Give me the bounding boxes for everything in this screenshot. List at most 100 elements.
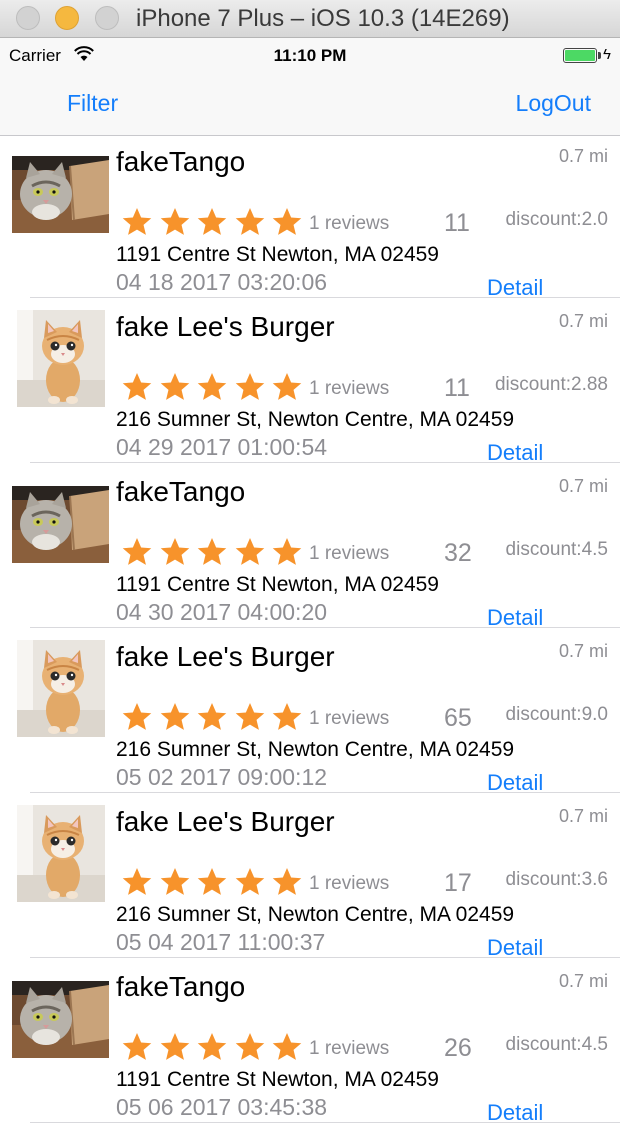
charging-icon: ϟ — [603, 46, 611, 63]
star-icon — [271, 536, 303, 568]
discount-label: discount:4.5 — [505, 1034, 608, 1055]
reviews-label: 1 reviews — [309, 213, 390, 234]
star-icon — [234, 371, 266, 403]
battery-icon — [563, 48, 597, 63]
star-icon — [271, 701, 303, 733]
count-label: 26 — [444, 1034, 472, 1062]
reviews-label: 1 reviews — [309, 1038, 390, 1059]
restaurant-name: fakeTango — [116, 146, 246, 177]
star-icon — [121, 371, 153, 403]
zoom-window-button[interactable] — [95, 6, 119, 30]
count-label: 17 — [444, 869, 472, 897]
star-icon — [271, 206, 303, 238]
list-item[interactable]: fake Lee's Burger 0.7 mi 1 reviews 17 di… — [0, 763, 620, 960]
restaurant-list[interactable]: fakeTango 0.7 mi 1 reviews 11 discount:2… — [0, 136, 620, 1142]
star-icon — [234, 701, 266, 733]
star-icon — [196, 866, 228, 898]
list-item[interactable]: fakeTango 0.7 mi 1 reviews 32 discount:4… — [0, 433, 620, 630]
star-icon — [159, 536, 191, 568]
discount-label: discount:9.0 — [505, 704, 608, 725]
distance-label: 0.7 mi — [558, 641, 608, 661]
star-icon — [121, 866, 153, 898]
kitten-photo — [17, 805, 105, 902]
date-label: 05 06 2017 03:45:38 — [116, 1094, 328, 1120]
window-title: iPhone 7 Plus – iOS 10.3 (14E269) — [136, 5, 510, 32]
distance-label: 0.7 mi — [558, 806, 608, 826]
distance-label: 0.7 mi — [558, 311, 608, 331]
reviews-label: 1 reviews — [309, 543, 390, 564]
count-label: 32 — [444, 539, 472, 567]
star-icon — [234, 536, 266, 568]
restaurant-name: fake Lee's Burger — [116, 311, 335, 342]
status-time: 11:10 PM — [273, 46, 347, 65]
star-rating — [121, 866, 309, 898]
address-label: 216 Sumner St, Newton Centre, MA 02459 — [116, 408, 515, 431]
reviews-label: 1 reviews — [309, 378, 390, 399]
star-icon — [159, 206, 191, 238]
distance-label: 0.7 mi — [558, 146, 608, 166]
star-icon — [196, 536, 228, 568]
discount-label: discount:2.0 — [505, 209, 608, 230]
star-icon — [121, 206, 153, 238]
star-icon — [121, 701, 153, 733]
logout-button[interactable]: LogOut — [516, 90, 591, 117]
reviews-label: 1 reviews — [309, 873, 390, 894]
address-label: 216 Sumner St, Newton Centre, MA 02459 — [116, 738, 515, 761]
star-icon — [196, 1031, 228, 1063]
address-label: 1191 Centre St Newton, MA 02459 — [116, 243, 439, 266]
star-icon — [159, 866, 191, 898]
star-rating — [121, 371, 309, 403]
distance-label: 0.7 mi — [558, 476, 608, 496]
restaurant-name: fakeTango — [116, 476, 246, 507]
star-icon — [196, 206, 228, 238]
count-label: 11 — [444, 209, 470, 237]
kitten-photo — [17, 640, 105, 737]
count-label: 65 — [444, 704, 472, 732]
simulator-title-bar: iPhone 7 Plus – iOS 10.3 (14E269) — [0, 0, 620, 38]
list-item[interactable]: fakeTango 0.7 mi 1 reviews 26 discount:4… — [0, 928, 620, 1125]
star-icon — [234, 206, 266, 238]
close-window-button[interactable] — [16, 6, 40, 30]
star-icon — [271, 866, 303, 898]
count-label: 11 — [444, 374, 470, 402]
battery-tip — [598, 52, 601, 59]
star-icon — [234, 866, 266, 898]
star-icon — [159, 701, 191, 733]
star-icon — [234, 1031, 266, 1063]
discount-label: discount:2.88 — [494, 374, 608, 395]
star-icon — [121, 536, 153, 568]
restaurant-name: fake Lee's Burger — [116, 806, 335, 837]
star-icon — [121, 1031, 153, 1063]
star-rating — [121, 206, 309, 238]
cat-in-box-photo — [12, 981, 109, 1058]
star-icon — [196, 371, 228, 403]
navigation-bar: Filter LogOut — [0, 74, 620, 136]
list-item[interactable]: fake Lee's Burger 0.7 mi 1 reviews 11 di… — [0, 268, 620, 465]
status-bar: Carrier 11:10 PM ϟ — [0, 38, 620, 74]
row-separator — [30, 1122, 620, 1123]
star-rating — [121, 536, 309, 568]
cat-in-box-photo — [12, 486, 109, 563]
star-icon — [271, 371, 303, 403]
star-icon — [271, 1031, 303, 1063]
discount-label: discount:4.5 — [505, 539, 608, 560]
address-label: 1191 Centre St Newton, MA 02459 — [116, 573, 439, 596]
distance-label: 0.7 mi — [558, 971, 608, 991]
star-icon — [196, 701, 228, 733]
restaurant-name: fake Lee's Burger — [116, 641, 335, 672]
restaurant-name: fakeTango — [116, 971, 246, 1002]
discount-label: discount:3.6 — [505, 869, 608, 890]
list-item[interactable]: fake Lee's Burger 0.7 mi 1 reviews 65 di… — [0, 598, 620, 795]
minimize-window-button[interactable] — [55, 6, 79, 30]
address-label: 1191 Centre St Newton, MA 02459 — [116, 1068, 439, 1091]
address-label: 216 Sumner St, Newton Centre, MA 02459 — [116, 903, 515, 926]
star-icon — [159, 371, 191, 403]
kitten-photo — [17, 310, 105, 407]
star-icon — [159, 1031, 191, 1063]
reviews-label: 1 reviews — [309, 708, 390, 729]
star-rating — [121, 701, 309, 733]
star-rating — [121, 1031, 309, 1063]
cat-in-box-photo — [12, 156, 109, 233]
list-item[interactable]: fakeTango 0.7 mi 1 reviews 11 discount:2… — [0, 136, 620, 300]
filter-button[interactable]: Filter — [67, 90, 118, 117]
